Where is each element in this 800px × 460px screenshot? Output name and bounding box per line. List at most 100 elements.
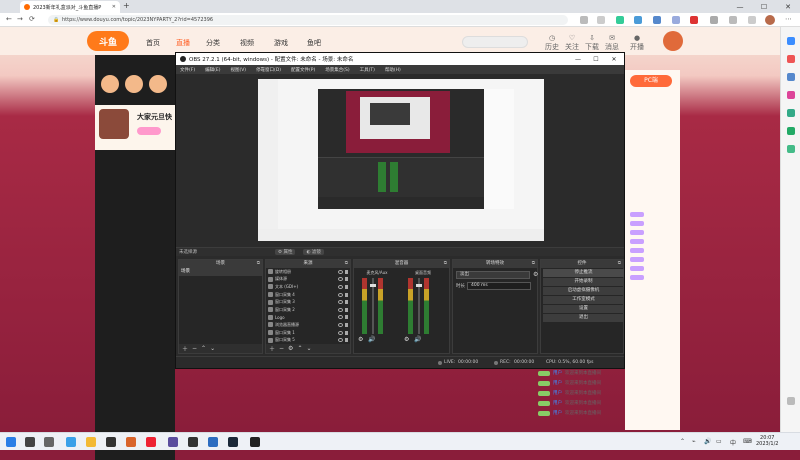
source-item[interactable]: 旋转相册 [266,268,350,276]
menu-docks[interactable]: 停靠窗口(D) [256,67,281,73]
tray-chevron-icon[interactable]: ⌃ [680,438,685,445]
profile-avatar[interactable] [765,15,775,25]
battery-icon[interactable]: ▭ [716,438,722,445]
properties-button[interactable]: ⚙ 属性 [275,249,296,255]
user-avatar[interactable] [663,31,683,51]
extension-icon[interactable] [690,16,698,24]
message-icon[interactable]: ✉ 消息 [605,34,619,52]
volume-slider[interactable] [370,278,376,334]
virtual-camera-button[interactable]: 启动虚拟摄像机 [543,287,624,295]
douyu-logo[interactable]: 斗鱼 [87,31,129,51]
maximize-icon[interactable]: ☐ [752,0,776,13]
visibility-icon[interactable] [338,322,343,327]
mute-icon[interactable]: 🔊 [368,336,375,343]
lock-icon[interactable] [345,322,348,327]
follow-button[interactable] [137,127,161,135]
app-icon[interactable] [126,437,136,447]
minimize-icon[interactable]: — [568,53,588,65]
app-icon[interactable] [208,437,218,447]
menu-scene-collection[interactable]: 场景集合(S) [325,67,349,73]
volume-knob[interactable] [416,284,422,287]
input-method-icon[interactable]: 中 [730,438,736,447]
search-icon[interactable] [787,37,795,45]
menu-help[interactable]: 帮助(H) [385,67,401,73]
nav-home[interactable]: 首页 [146,38,160,48]
menu-profile[interactable]: 配置文件(P) [291,67,315,73]
nav-yuba[interactable]: 鱼吧 [307,38,321,48]
visibility-icon[interactable] [338,269,343,274]
close-tab-icon[interactable]: ✕ [112,4,116,10]
visibility-icon[interactable] [338,292,343,297]
maximize-icon[interactable]: ☐ [586,53,606,65]
clock[interactable]: 20:07 2023/1/2 [756,435,778,447]
favorite-icon[interactable] [597,16,605,24]
channel-settings-icon[interactable]: ⚙ [404,336,409,343]
nav-game[interactable]: 游戏 [274,38,288,48]
edge-icon[interactable] [66,437,76,447]
pc-badge[interactable]: PC端 [630,75,672,87]
close-icon[interactable]: ✕ [604,53,624,65]
lock-icon[interactable] [345,277,348,282]
move-up-icon[interactable]: ⌃ [201,345,206,352]
mute-icon[interactable]: 🔊 [414,336,421,343]
source-item[interactable]: 媒体源 [266,276,350,284]
history-icon[interactable]: ◷ 历史 [545,34,559,52]
download-icon[interactable]: ⇩ 下载 [585,34,599,52]
source-item[interactable]: 窗口采集 4 [266,291,350,299]
menu-edit[interactable]: 编辑(E) [205,67,220,73]
move-down-icon[interactable]: ⌄ [306,345,311,352]
steam-icon[interactable] [228,437,238,447]
streamer-avatar[interactable] [99,109,129,139]
windows-start-icon[interactable] [6,437,16,447]
visibility-icon[interactable] [338,277,343,282]
extension-icon[interactable] [616,16,624,24]
collections-icon[interactable] [748,16,756,24]
transition-select[interactable]: 淡出 [456,271,530,279]
extension-icon[interactable] [653,16,661,24]
move-up-icon[interactable]: ⌃ [297,345,302,352]
source-settings-icon[interactable]: ⚙ [288,345,293,352]
studio-mode-button[interactable]: 工作室模式 [543,296,624,304]
tools-icon[interactable] [787,55,795,63]
app-icon[interactable] [106,437,116,447]
remove-scene-icon[interactable]: − [192,345,197,352]
source-item[interactable]: 窗口采集 5 [266,336,350,344]
browser-tab[interactable]: 2023新年礼盒派对_斗鱼直播P ✕ [20,1,120,13]
volume-icon[interactable]: 🔊 [704,438,711,445]
add-scene-icon[interactable]: ＋ [182,344,188,353]
nav-video[interactable]: 视频 [240,38,254,48]
start-recording-button[interactable]: 开始录制 [543,278,624,286]
go-live-icon[interactable]: ● 开播 [630,34,644,52]
visibility-icon[interactable] [338,330,343,335]
close-window-icon[interactable]: ✕ [776,0,800,13]
new-tab-icon[interactable]: + [123,1,130,10]
app-icon[interactable] [168,437,178,447]
visibility-icon[interactable] [338,307,343,312]
visibility-icon[interactable] [338,315,343,320]
split-screen-icon[interactable] [710,16,718,24]
nav-live[interactable]: 直播 [176,38,190,48]
forward-icon[interactable]: → [17,15,23,23]
volume-slider[interactable] [416,278,422,334]
menu-file[interactable]: 文件(F) [180,67,195,73]
source-item[interactable]: Logo [266,314,350,322]
lock-icon[interactable] [345,315,348,320]
source-item[interactable]: 窗口采集 3 [266,298,350,306]
more-icon[interactable]: ⋯ [785,15,792,23]
transition-settings-icon[interactable]: ⚙ [533,271,538,278]
file-explorer-icon[interactable] [86,437,96,447]
source-item[interactable]: 窗口采集 2 [266,306,350,314]
duration-input[interactable]: 400 ms [467,282,531,290]
office-icon[interactable] [787,109,795,117]
streamer-card[interactable]: 大家元旦快 [95,105,175,150]
games-icon[interactable] [787,91,795,99]
obs-taskbar-icon[interactable] [250,437,260,447]
lock-icon[interactable] [345,292,348,297]
obs-preview[interactable] [258,79,544,241]
extension-icon[interactable] [672,16,680,24]
visibility-icon[interactable] [338,300,343,305]
visibility-icon[interactable] [338,284,343,289]
minimize-icon[interactable]: — [728,0,752,13]
site-search-input[interactable] [462,36,528,48]
channel-settings-icon[interactable]: ⚙ [358,336,363,343]
